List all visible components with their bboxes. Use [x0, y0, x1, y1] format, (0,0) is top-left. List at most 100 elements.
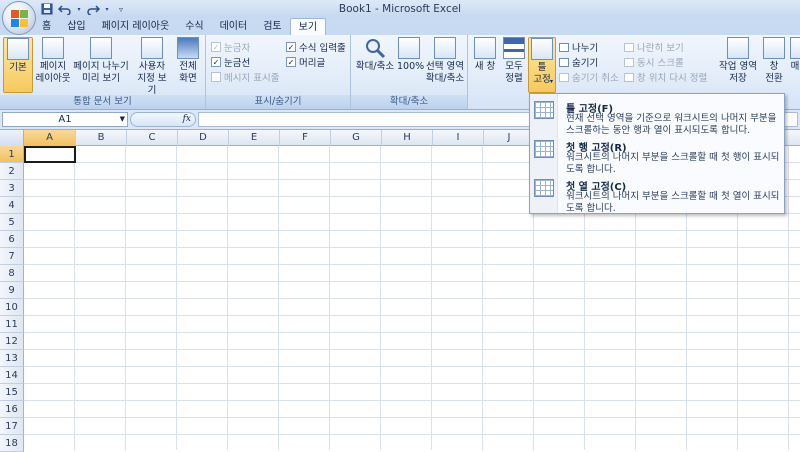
row-header[interactable]: 13: [0, 350, 24, 367]
gridlines-check-icon: ✓: [211, 57, 221, 67]
unhide-icon: [559, 72, 569, 82]
select-all-corner[interactable]: [0, 130, 24, 146]
hide-icon: [559, 57, 569, 67]
row-header[interactable]: 17: [0, 418, 24, 435]
chevron-down-icon: ▾: [549, 78, 553, 85]
row-header[interactable]: 2: [0, 163, 24, 180]
split-label: 나누기: [572, 43, 599, 54]
name-box-value: A1: [58, 114, 72, 125]
tab-data[interactable]: 데이터: [212, 18, 256, 35]
column-header[interactable]: H: [382, 130, 433, 146]
row-header[interactable]: 6: [0, 231, 24, 248]
name-box[interactable]: A1 ▼: [2, 112, 128, 127]
side-by-side-button[interactable]: 나란히 보기: [624, 40, 684, 54]
row-header[interactable]: 3: [0, 180, 24, 197]
insert-function-icon[interactable]: fx: [183, 114, 191, 124]
message-bar-check-icon: [211, 72, 221, 82]
column-header[interactable]: A: [24, 130, 76, 146]
row-header[interactable]: 11: [0, 316, 24, 333]
full-screen-button[interactable]: 전체 화면: [172, 37, 204, 93]
freeze-top-row-item-desc: 워크시트의 나머지 부분을 스크롤할 때 첫 행이 표시되도록 합니다.: [566, 152, 780, 175]
row-header[interactable]: 1: [0, 146, 24, 163]
custom-views-button[interactable]: 사용자 지정 보기: [134, 37, 170, 96]
row-header[interactable]: 4: [0, 197, 24, 214]
zoom-selection-button[interactable]: 선택 영역 확대/축소: [423, 37, 467, 93]
tab-formulas[interactable]: 수식: [177, 18, 211, 35]
arrange-all-label-2: 정렬: [505, 73, 523, 84]
row-header[interactable]: 8: [0, 265, 24, 282]
chevron-down-icon[interactable]: ▼: [120, 113, 125, 126]
row-header[interactable]: 5: [0, 214, 24, 231]
side-by-side-icon: [624, 42, 634, 52]
row-header[interactable]: 16: [0, 401, 24, 418]
formula-bar-checkbox[interactable]: ✓ 수식 입력줄: [286, 40, 346, 54]
zoom-group: 확대/축소 100% 선택 영역 확대/축소 확대/축소: [351, 35, 468, 109]
macros-button[interactable]: 매: [790, 37, 800, 93]
reset-position-label: 창 위치 다시 정렬: [637, 73, 708, 84]
switch-windows-label-1: 창: [769, 61, 779, 72]
office-button[interactable]: [2, 1, 36, 35]
sync-scroll-button[interactable]: 동시 스크롤: [624, 55, 684, 69]
tab-home[interactable]: 홈: [34, 18, 59, 35]
column-header[interactable]: G: [331, 130, 382, 146]
headings-checkbox[interactable]: ✓ 머리글: [286, 55, 325, 69]
column-header[interactable]: I: [433, 130, 484, 146]
ruler-check-icon: ✓: [211, 42, 221, 52]
column-header[interactable]: C: [127, 130, 178, 146]
zoom-selection-label-1: 선택 영역: [426, 61, 464, 72]
column-header[interactable]: D: [178, 130, 229, 146]
full-screen-label-1: 전체: [179, 61, 197, 72]
row-header[interactable]: 14: [0, 367, 24, 384]
zoom-100-button[interactable]: 100%: [397, 37, 425, 93]
save-workspace-label-1: 작업 영역: [719, 61, 757, 72]
freeze-panes-menu: 틀 고정(F) 현재 선택 영역을 기준으로 워크시트의 나머지 부분을 스크롤…: [529, 93, 785, 214]
gridlines-label: 눈금선: [224, 58, 251, 69]
row-header[interactable]: 10: [0, 299, 24, 316]
column-header[interactable]: J: [484, 130, 535, 146]
active-cell[interactable]: [24, 146, 76, 163]
new-window-button[interactable]: 새 창: [470, 37, 500, 93]
column-header[interactable]: E: [229, 130, 280, 146]
zoom-group-label: 확대/축소: [351, 95, 467, 109]
window-title: Book1 - Microsoft Excel: [338, 3, 462, 15]
tab-insert[interactable]: 삽입: [59, 18, 93, 35]
custom-views-icon: [141, 37, 163, 59]
show-hide-group-label: 표시/숨기기: [206, 95, 350, 109]
freeze-top-row-item[interactable]: 첫 행 고정(R) 워크시트의 나머지 부분을 스크롤할 때 첫 행이 표시되도…: [530, 135, 784, 175]
column-header[interactable]: B: [76, 130, 127, 146]
ruler-checkbox[interactable]: ✓ 눈금자: [211, 40, 250, 54]
arrange-all-button[interactable]: 모두 정렬: [501, 37, 527, 93]
freeze-top-row-icon: [534, 140, 554, 158]
row-header[interactable]: 7: [0, 248, 24, 265]
normal-view-button[interactable]: 기본: [3, 37, 33, 93]
unhide-button[interactable]: 숨기기 취소: [559, 70, 619, 84]
ruler-label: 눈금자: [224, 43, 251, 54]
save-workspace-button[interactable]: 작업 영역 저장: [718, 37, 758, 93]
reset-position-button[interactable]: 창 위치 다시 정렬: [624, 70, 707, 84]
freeze-panes-item[interactable]: 틀 고정(F) 현재 선택 영역을 기준으로 워크시트의 나머지 부분을 스크롤…: [530, 96, 784, 136]
row-header[interactable]: 18: [0, 435, 24, 452]
page-layout-view-button[interactable]: 페이지 레이아웃: [35, 37, 71, 93]
switch-windows-button[interactable]: 창 전환: [760, 37, 788, 93]
message-bar-checkbox[interactable]: 메시지 표시줄: [211, 70, 279, 84]
macros-label: 매: [790, 61, 800, 72]
hide-button[interactable]: 숨기기: [559, 55, 598, 69]
tab-review[interactable]: 검토: [255, 18, 289, 35]
page-break-icon: [90, 37, 112, 59]
page-break-label-1: 페이지 나누기: [73, 61, 129, 72]
tab-view[interactable]: 보기: [289, 18, 327, 35]
tab-page-layout[interactable]: 페이지 레이아웃: [94, 18, 178, 35]
switch-windows-icon: [763, 37, 785, 59]
row-header[interactable]: 9: [0, 282, 24, 299]
row-header[interactable]: 15: [0, 384, 24, 401]
page-break-preview-button[interactable]: 페이지 나누기 미리 보기: [72, 37, 130, 93]
zoom-100-label: 100%: [397, 61, 425, 72]
gridlines-checkbox[interactable]: ✓ 눈금선: [211, 55, 250, 69]
freeze-first-column-item[interactable]: 첫 열 고정(C) 워크시트의 나머지 부분을 스크롤할 때 첫 열이 표시되도…: [530, 174, 784, 214]
zoom-button[interactable]: 확대/축소: [354, 37, 396, 93]
split-button[interactable]: 나누기: [559, 40, 598, 54]
freeze-first-column-icon: [534, 179, 554, 197]
freeze-panes-button[interactable]: 틀 고정 ▾: [528, 37, 556, 93]
row-header[interactable]: 12: [0, 333, 24, 350]
column-header[interactable]: F: [280, 130, 331, 146]
